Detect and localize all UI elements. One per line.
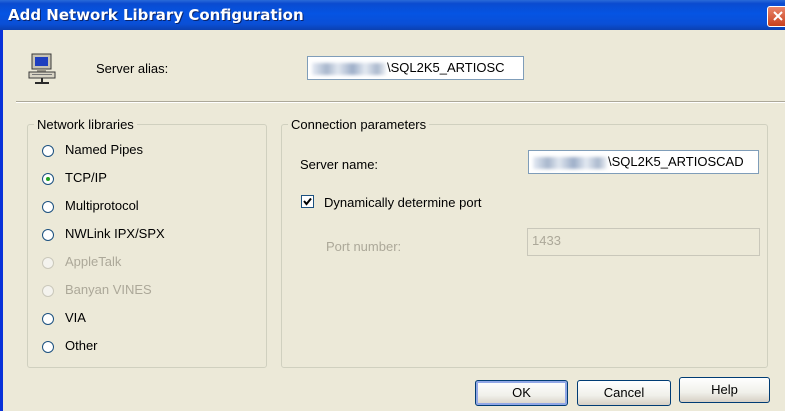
window-border-left [0,30,3,411]
computer-icon [28,53,56,84]
radio-option[interactable]: Named Pipes [42,142,242,160]
radio-circle-icon [42,229,54,241]
radio-option[interactable]: Other [42,338,242,356]
redacted-host [533,156,607,169]
port-number-value: 1433 [532,233,561,248]
checkmark-icon [303,197,312,206]
dynamic-port-label: Dynamically determine port [324,195,482,210]
radio-circle-icon [42,313,54,325]
radio-option-label: TCP/IP [65,170,107,185]
dynamic-port-checkbox[interactable] [301,195,314,208]
radio-option-label: Banyan VINES [65,282,152,297]
radio-circle-icon [42,257,54,269]
port-number-label: Port number: [326,239,402,254]
radio-circle-icon [42,201,54,213]
radio-option[interactable]: TCP/IP [42,170,242,188]
radio-circle-icon [42,145,54,157]
radio-selected-dot-icon [46,177,50,181]
close-button[interactable] [767,6,785,27]
help-button[interactable]: Help [679,377,770,403]
radio-option[interactable]: NWLink IPX/SPX [42,226,242,244]
radio-circle-icon [42,173,54,185]
radio-option-label: AppleTalk [65,254,122,269]
server-name-input[interactable]: \SQL2K5_ARTIOSCAD [528,150,759,174]
radio-circle-icon [42,341,54,353]
radio-option: AppleTalk [42,254,242,272]
radio-option-label: Multiprotocol [65,198,139,213]
cancel-button[interactable]: Cancel [577,380,671,406]
server-alias-input[interactable]: \SQL2K5_ARTIOSC [307,56,524,80]
server-alias-label: Server alias: [96,61,169,76]
server-alias-value: \SQL2K5_ARTIOSC [387,60,505,75]
radio-option[interactable]: VIA [42,310,242,328]
server-name-label: Server name: [300,157,379,172]
title-bar[interactable]: Add Network Library Configuration [0,0,785,30]
port-number-input[interactable]: 1433 [527,228,760,256]
window-title: Add Network Library Configuration [8,6,304,24]
radio-option: Banyan VINES [42,282,242,300]
radio-option[interactable]: Multiprotocol [42,198,242,216]
radio-option-label: Other [65,338,98,353]
radio-option-label: Named Pipes [65,142,144,157]
close-icon [773,11,783,21]
server-name-value: \SQL2K5_ARTIOSCAD [608,154,744,169]
connection-parameters-legend: Connection parameters [291,117,427,132]
separator [16,101,785,103]
redacted-host [312,62,386,75]
dialog-window: Add Network Library Configuration Server… [0,0,785,411]
radio-circle-icon [42,285,54,297]
network-libraries-legend: Network libraries [37,117,134,132]
radio-option-label: NWLink IPX/SPX [65,226,165,241]
ok-button[interactable]: OK [475,380,568,406]
radio-option-label: VIA [65,310,86,325]
